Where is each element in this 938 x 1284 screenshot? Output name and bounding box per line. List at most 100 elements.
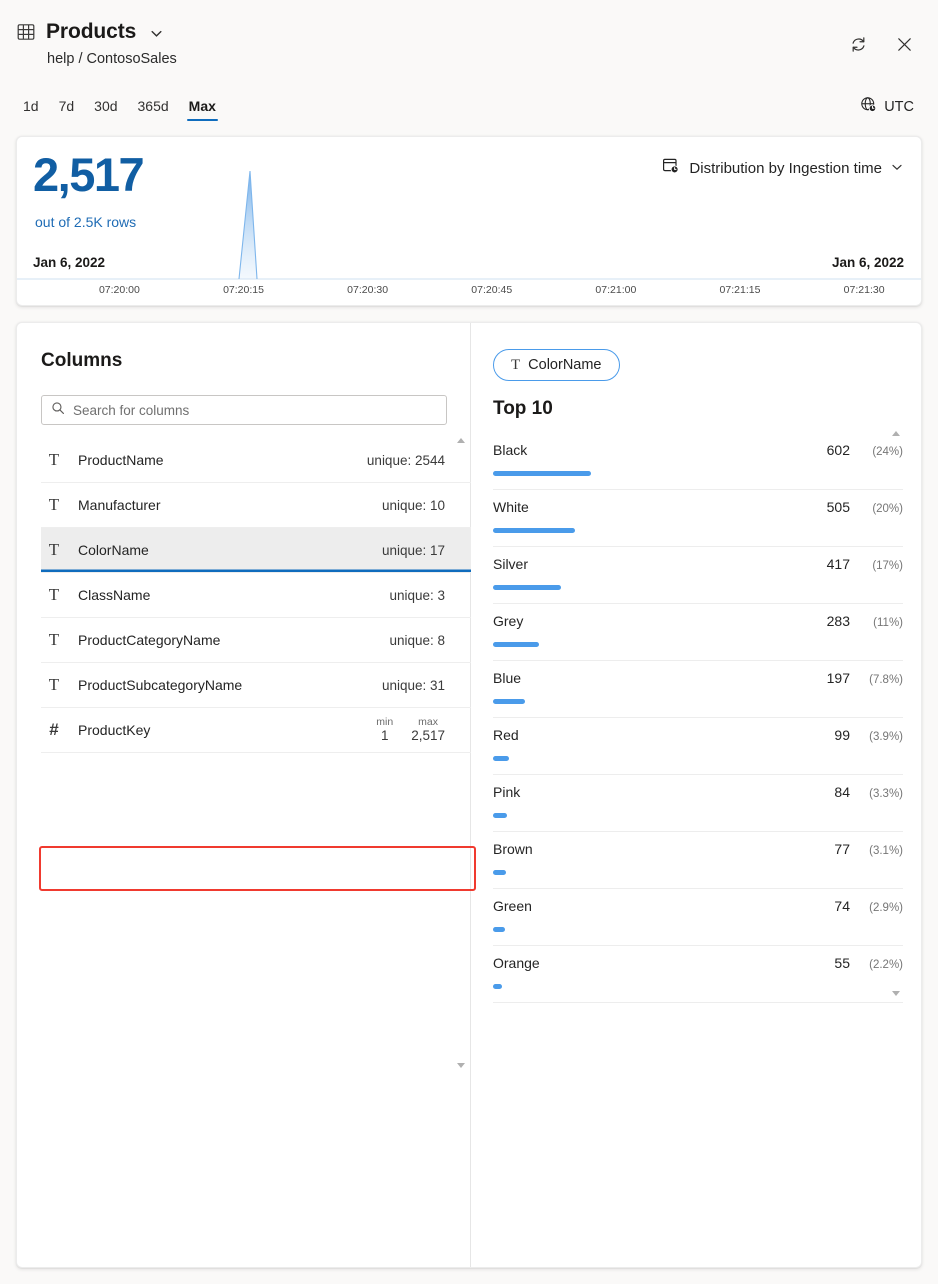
columns-panel: Columns T ProductName unique: 2544 T xyxy=(17,323,471,1267)
string-type-icon: T xyxy=(41,585,67,605)
scroll-down-arrow-icon[interactable] xyxy=(457,1063,465,1068)
value-row-black[interactable]: Black 602 (24%) xyxy=(493,433,903,490)
chart-date-start: Jan 6, 2022 xyxy=(33,255,105,270)
close-button[interactable] xyxy=(888,30,920,62)
explore-data-page: Products help / ContosoSales xyxy=(0,0,938,1284)
values-list-scrollbar[interactable] xyxy=(889,431,903,996)
value-bar-track xyxy=(493,699,903,704)
max-stat: max 2,517 xyxy=(411,717,445,744)
chevron-down-icon[interactable] xyxy=(146,24,163,40)
value-bar-track xyxy=(493,471,903,476)
value-row-silver[interactable]: Silver 417 (17%) xyxy=(493,547,903,604)
value-count: 417 xyxy=(827,556,850,572)
value-label: Brown xyxy=(493,841,834,857)
column-row-productsubcategoryname[interactable]: T ProductSubcategoryName unique: 31 xyxy=(41,663,471,708)
column-stat: unique: 2544 xyxy=(367,453,445,468)
column-row-productname[interactable]: T ProductName unique: 2544 xyxy=(41,438,471,483)
value-bar-fill xyxy=(493,813,507,818)
value-row-orange[interactable]: Orange 55 (2.2%) xyxy=(493,946,903,1003)
value-row-header: Brown 77 (3.1%) xyxy=(493,832,903,857)
value-label: Green xyxy=(493,898,834,914)
column-row-productcategoryname[interactable]: T ProductCategoryName unique: 8 xyxy=(41,618,471,663)
scroll-up-arrow-icon[interactable] xyxy=(892,431,900,436)
globe-clock-icon xyxy=(860,96,877,117)
value-row-header: Red 99 (3.9%) xyxy=(493,718,903,743)
value-bar-fill xyxy=(493,528,575,533)
column-name: ProductCategoryName xyxy=(67,632,389,648)
value-row-green[interactable]: Green 74 (2.9%) xyxy=(493,889,903,946)
refresh-button[interactable] xyxy=(842,30,874,62)
timezone-label: UTC xyxy=(884,99,914,115)
range-tab-7d[interactable]: 7d xyxy=(52,94,82,121)
column-minmax-stat: min 1 max 2,517 xyxy=(376,717,445,744)
value-bar-track xyxy=(493,585,903,590)
value-row-header: Green 74 (2.9%) xyxy=(493,889,903,914)
scroll-down-arrow-icon[interactable] xyxy=(892,991,900,996)
x-tick-label: 07:21:00 xyxy=(595,284,636,296)
value-bar-track xyxy=(493,642,903,647)
column-row-manufacturer[interactable]: T Manufacturer unique: 10 xyxy=(41,483,471,528)
row-count-subtitle: out of 2.5K rows xyxy=(35,214,136,230)
column-row-classname[interactable]: T ClassName unique: 3 xyxy=(41,573,471,618)
value-row-brown[interactable]: Brown 77 (3.1%) xyxy=(493,832,903,889)
column-stat: unique: 3 xyxy=(389,588,445,603)
value-bar-fill xyxy=(493,471,591,476)
time-range-tabs: 1d 7d 30d 365d Max xyxy=(16,94,223,121)
search-input[interactable] xyxy=(73,403,437,418)
x-tick-label: 07:20:00 xyxy=(99,284,140,296)
ingestion-summary-card: 2,517 out of 2.5K rows Distribution by I… xyxy=(16,136,922,306)
max-value: 2,517 xyxy=(411,728,445,743)
value-row-pink[interactable]: Pink 84 (3.3%) xyxy=(493,775,903,832)
title-row: Products xyxy=(16,20,163,44)
value-row-red[interactable]: Red 99 (3.9%) xyxy=(493,718,903,775)
selected-column-pill[interactable]: T ColorName xyxy=(493,349,620,381)
value-bar-track xyxy=(493,927,903,932)
number-type-icon: # xyxy=(41,720,67,740)
value-label: White xyxy=(493,499,827,515)
value-label: Blue xyxy=(493,670,827,686)
value-row-grey[interactable]: Grey 283 (11%) xyxy=(493,604,903,661)
value-row-blue[interactable]: Blue 197 (7.8%) xyxy=(493,661,903,718)
range-tab-1d[interactable]: 1d xyxy=(16,94,46,121)
value-bar-track xyxy=(493,984,903,989)
value-bar-track xyxy=(493,528,903,533)
calendar-clock-icon xyxy=(662,157,680,179)
column-name: ClassName xyxy=(67,587,389,603)
distribution-label: Distribution by Ingestion time xyxy=(689,160,882,177)
range-tab-30d[interactable]: 30d xyxy=(87,94,124,121)
refresh-icon xyxy=(849,35,868,57)
value-label: Silver xyxy=(493,556,827,572)
selection-annotation-box xyxy=(39,846,476,891)
selected-column-label: ColorName xyxy=(528,357,601,373)
value-bar-track xyxy=(493,813,903,818)
column-stat: unique: 17 xyxy=(382,543,445,558)
value-row-header: Silver 417 (17%) xyxy=(493,547,903,572)
search-columns-box[interactable] xyxy=(41,395,447,425)
x-tick-label: 07:20:30 xyxy=(347,284,388,296)
scroll-up-arrow-icon[interactable] xyxy=(457,438,465,443)
columns-list-scrollbar[interactable] xyxy=(454,438,468,1068)
value-count: 55 xyxy=(834,955,850,971)
column-row-productkey[interactable]: # ProductKey min 1 max 2,517 xyxy=(41,708,471,753)
column-name: ProductName xyxy=(67,452,367,468)
top-values-heading: Top 10 xyxy=(493,398,553,420)
value-bar-fill xyxy=(493,870,506,875)
column-row-colorname[interactable]: T ColorName unique: 17 xyxy=(41,528,471,573)
column-name: ProductKey xyxy=(67,722,376,738)
table-grid-icon xyxy=(16,22,36,42)
distribution-selector[interactable]: Distribution by Ingestion time xyxy=(662,157,903,179)
value-row-white[interactable]: White 505 (20%) xyxy=(493,490,903,547)
column-name: ColorName xyxy=(67,542,382,558)
chart-x-axis: 07:20:00 07:20:15 07:20:30 07:20:45 07:2… xyxy=(17,280,922,300)
value-count: 505 xyxy=(827,499,850,515)
string-type-icon: T xyxy=(511,357,520,374)
max-label: max xyxy=(418,717,438,729)
value-label: Pink xyxy=(493,784,834,800)
range-tab-365d[interactable]: 365d xyxy=(131,94,176,121)
value-label: Black xyxy=(493,442,827,458)
range-tab-max[interactable]: Max xyxy=(182,94,223,121)
columns-heading: Columns xyxy=(41,350,122,372)
value-label: Orange xyxy=(493,955,834,971)
timezone-selector[interactable]: UTC xyxy=(860,96,914,117)
value-row-header: White 505 (20%) xyxy=(493,490,903,515)
